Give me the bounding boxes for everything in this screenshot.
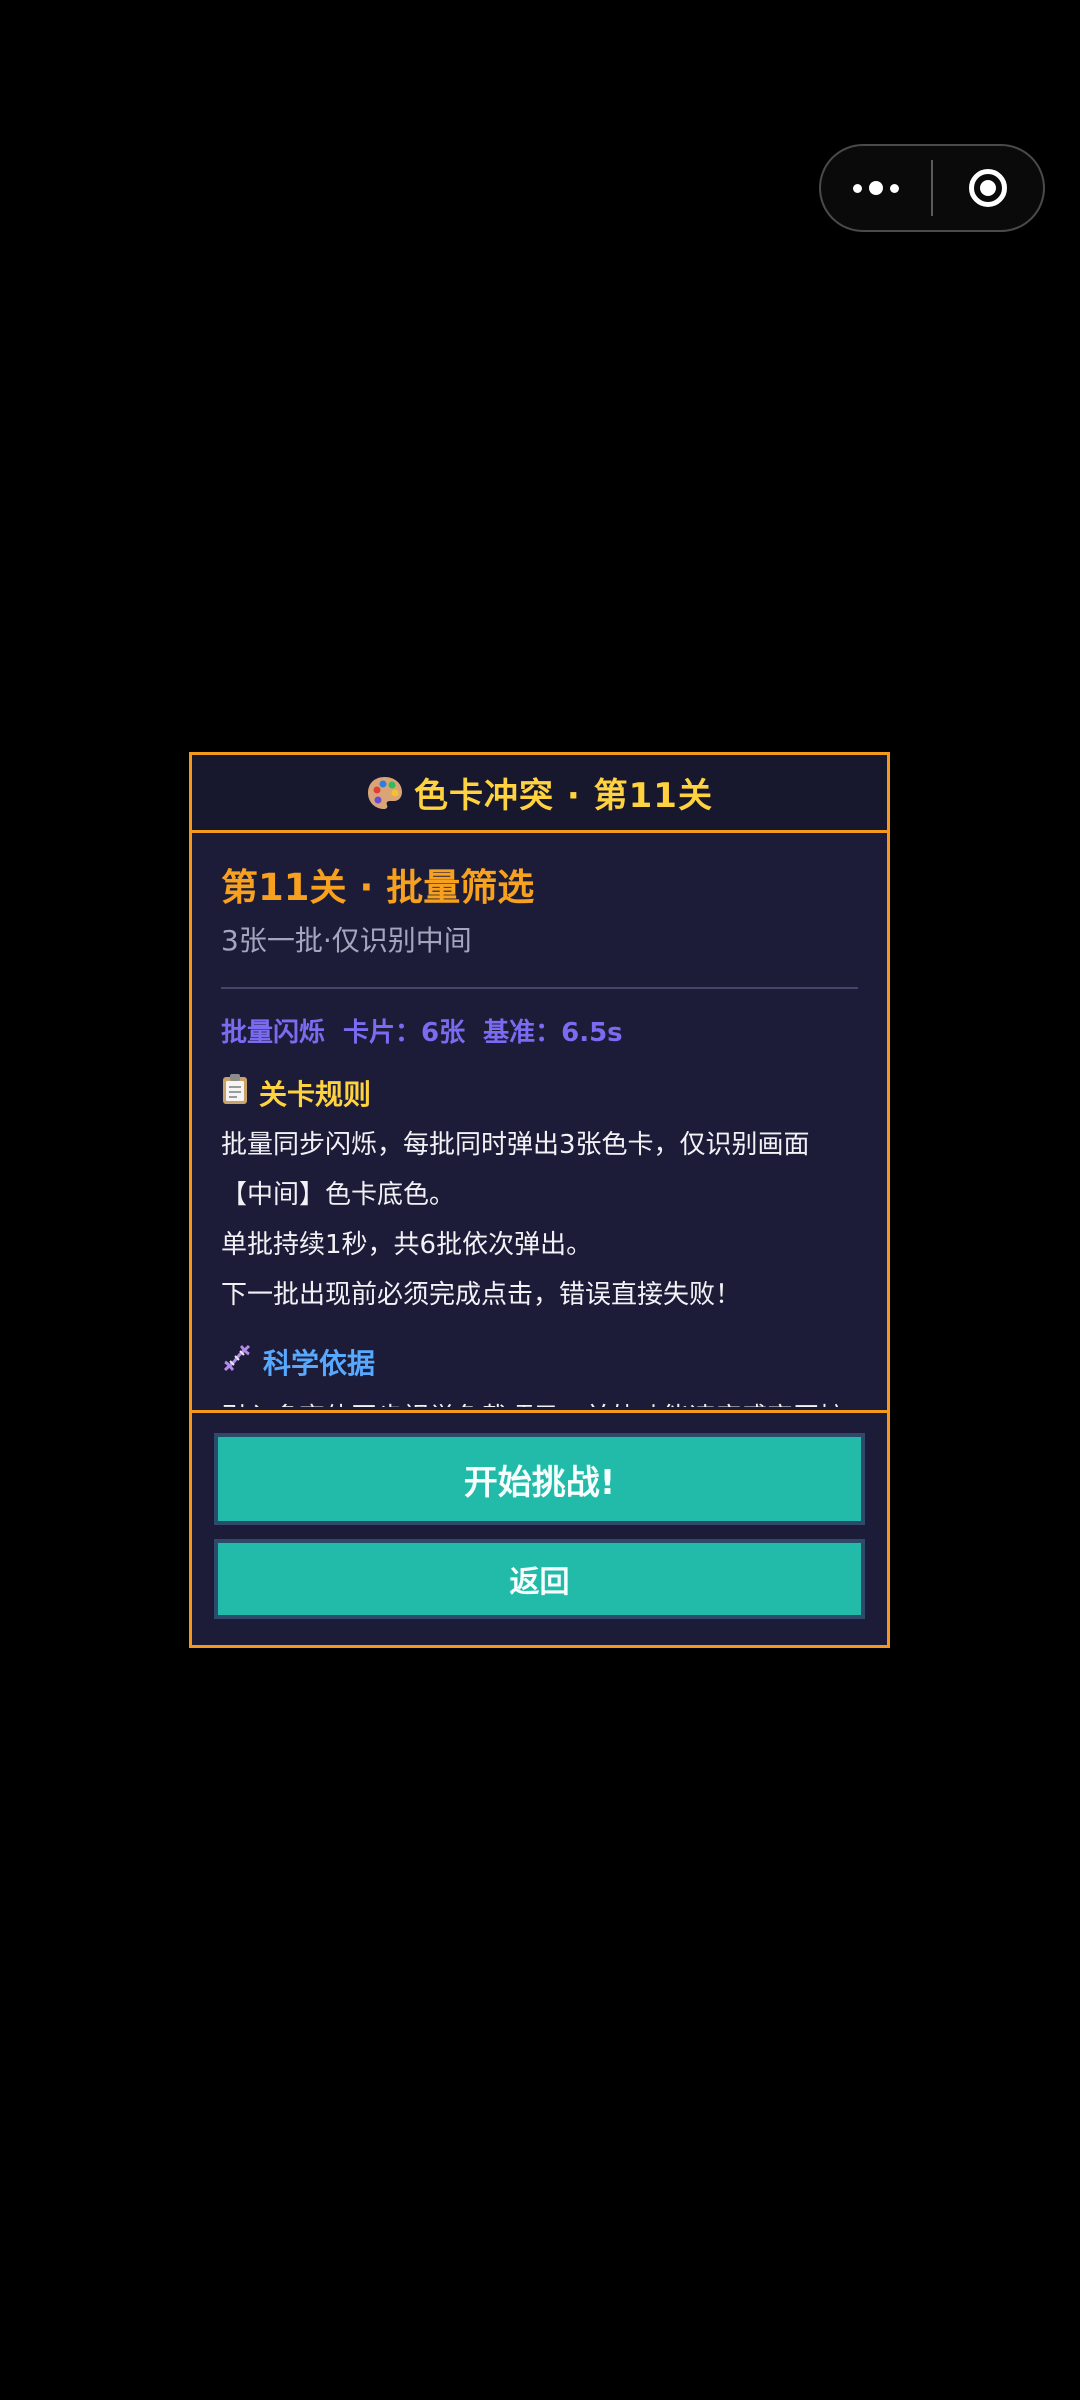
stat-cards: 卡片：6张 bbox=[343, 1018, 466, 1048]
rules-heading-label: 关卡规则 bbox=[259, 1077, 372, 1111]
more-button[interactable] bbox=[821, 146, 931, 230]
divider bbox=[221, 987, 858, 989]
rule-line: 批量同步闪烁，每批同时弹出3张色卡，仅识别画面【中间】色卡底色。 bbox=[221, 1130, 810, 1210]
more-dots-icon bbox=[853, 181, 899, 195]
level-dialog: 色卡冲突 · 第11关 第11关 · 批量筛选 3张一批·仅识别中间 批量闪烁 … bbox=[189, 752, 890, 1648]
science-heading-label: 科学依据 bbox=[263, 1346, 376, 1380]
science-heading: 科学依据 bbox=[221, 1342, 858, 1385]
rule-line: 下一批出现前必须完成点击，错误直接失败！ bbox=[221, 1280, 742, 1310]
science-text: 引入多变体同步视觉负载项目，并轨功能速度感官区扩实体 bbox=[221, 1393, 858, 1407]
dialog-title: 色卡冲突 · 第11关 bbox=[414, 776, 713, 816]
close-miniprogram-button[interactable] bbox=[933, 146, 1043, 230]
dialog-header: 色卡冲突 · 第11关 bbox=[192, 755, 887, 833]
rules-heading: 关卡规则 bbox=[221, 1073, 858, 1116]
rule-line: 单批持续1秒，共6批依次弹出。 bbox=[221, 1230, 593, 1260]
palette-icon bbox=[366, 775, 404, 811]
rules-text: 批量同步闪烁，每批同时弹出3张色卡，仅识别画面【中间】色卡底色。 单批持续1秒，… bbox=[221, 1120, 858, 1320]
level-title: 第11关 · 批量筛选 bbox=[221, 866, 535, 909]
miniprogram-capsule bbox=[819, 144, 1045, 232]
target-close-icon bbox=[968, 169, 1007, 207]
back-button[interactable]: 返回 bbox=[214, 1539, 865, 1619]
stat-baseline: 基准：6.5s bbox=[483, 1018, 623, 1048]
clipboard-icon bbox=[221, 1073, 249, 1116]
dialog-content[interactable]: 第11关 · 批量筛选 3张一批·仅识别中间 批量闪烁 卡片：6张 基准：6.5… bbox=[192, 833, 887, 1407]
dialog-footer: 开始挑战! 返回 bbox=[192, 1410, 887, 1645]
dna-icon bbox=[221, 1342, 253, 1385]
level-stats: 批量闪烁 卡片：6张 基准：6.5s bbox=[221, 1015, 858, 1051]
level-subtitle: 3张一批·仅识别中间 bbox=[221, 924, 472, 957]
start-challenge-button[interactable]: 开始挑战! bbox=[214, 1433, 865, 1525]
stat-mode: 批量闪烁 bbox=[221, 1018, 326, 1048]
